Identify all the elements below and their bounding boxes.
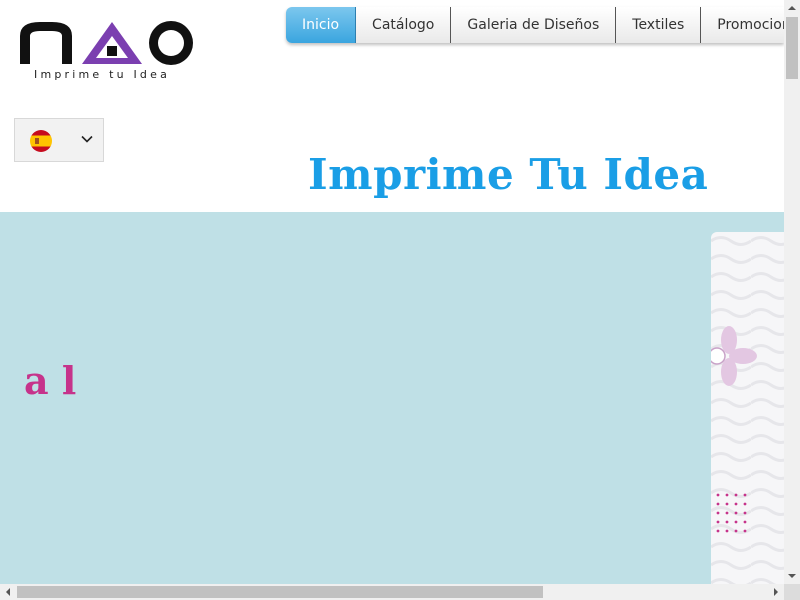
wave-pattern-icon [711,232,784,584]
promo-text: a l [24,358,77,403]
horizontal-scroll-thumb[interactable] [17,586,543,598]
spain-flag-icon [30,130,52,152]
horizontal-scrollbar[interactable] [0,584,784,600]
nao-logo-icon [20,21,193,65]
scroll-down-icon[interactable] [784,568,800,584]
page-title: Imprime Tu Idea [308,150,709,199]
logo-tagline: Imprime tu Idea [34,68,171,81]
nav-item-galeria[interactable]: Galeria de Diseños [451,7,617,43]
vertical-scrollbar[interactable] [784,0,800,584]
scrollbar-corner [784,584,800,600]
nav-item-inicio[interactable]: Inicio [286,7,357,43]
scroll-right-icon[interactable] [768,584,784,600]
scroll-left-icon[interactable] [0,584,16,600]
nav-item-textiles[interactable]: Textiles [616,7,702,43]
promo-card[interactable] [711,232,784,584]
vertical-scroll-thumb[interactable] [786,17,798,79]
scroll-up-icon[interactable] [784,0,800,16]
language-selector[interactable] [14,118,104,162]
chevron-down-icon [81,135,93,143]
nav-item-catalogo[interactable]: Catálogo [356,7,452,43]
hero-band [0,212,784,584]
main-nav: Inicio Catálogo Galeria de Diseños Texti… [286,7,784,43]
brand-logo[interactable]: Imprime tu Idea [18,14,203,84]
nav-item-promociona[interactable]: Promociona [701,7,784,43]
